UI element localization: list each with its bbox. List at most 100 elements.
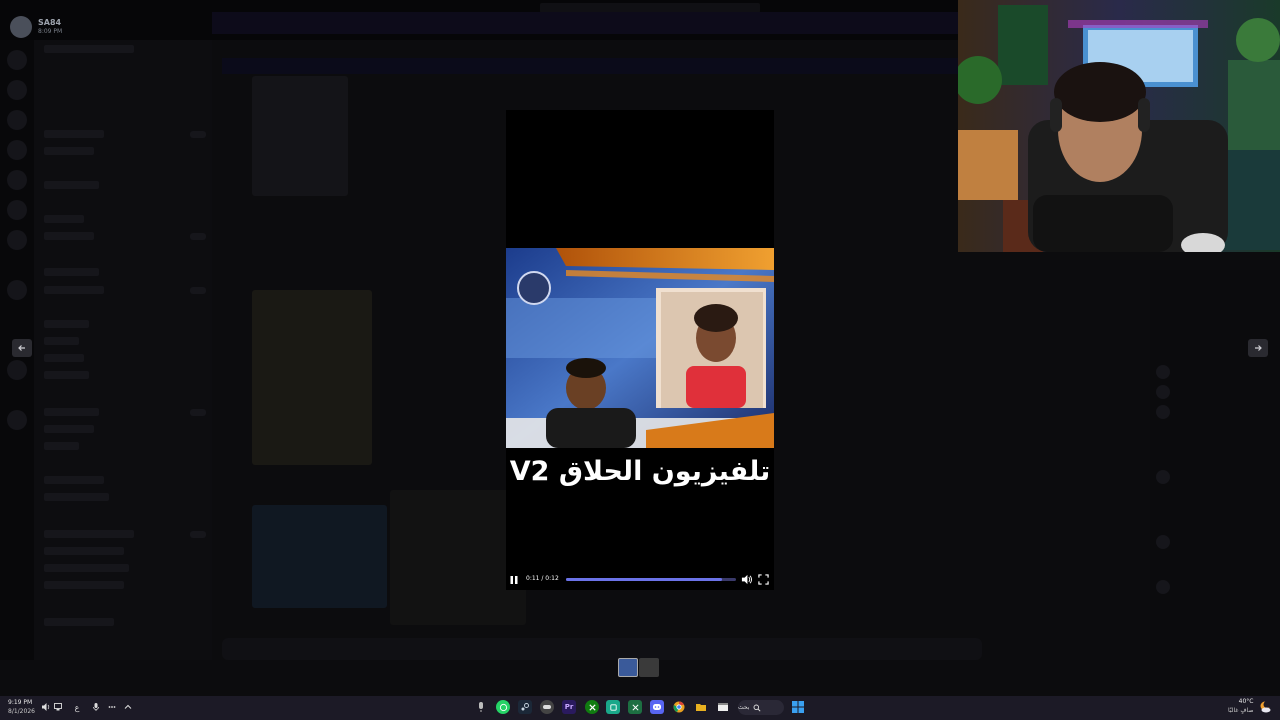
xbox-icon: [588, 703, 596, 711]
server-icon[interactable]: [7, 200, 27, 220]
taskbar-app-xbox[interactable]: [585, 700, 599, 714]
microphone-icon[interactable]: [90, 701, 102, 713]
channel-item[interactable]: [44, 493, 109, 501]
taskbar: 9:19 PM 8/1/2026 ع Pr بحث 40°C صافٍ غالب…: [0, 696, 1280, 720]
server-name: [44, 45, 134, 53]
volume-button[interactable]: [741, 574, 752, 585]
channel-item[interactable]: [44, 547, 124, 555]
pause-icon: [510, 576, 518, 584]
channel-item[interactable]: [44, 215, 84, 223]
video-controls: 0:11 / 0:12: [506, 572, 774, 588]
channel-item[interactable]: [44, 320, 89, 328]
message-image[interactable]: [252, 290, 372, 465]
fullscreen-icon: [758, 574, 769, 585]
weather-widget[interactable]: 40°C صافٍ غالبًا: [1228, 698, 1253, 714]
attachment-thumbnail[interactable]: [618, 658, 638, 677]
server-icon[interactable]: [7, 50, 27, 70]
taskbar-app-excel[interactable]: [628, 700, 642, 714]
channel-item[interactable]: [44, 476, 104, 484]
next-media-button[interactable]: [1248, 339, 1268, 357]
video-progress-bar[interactable]: [566, 578, 736, 581]
taskbar-app-steam[interactable]: [518, 700, 532, 714]
server-icon[interactable]: [7, 140, 27, 160]
more-icon[interactable]: [106, 701, 118, 713]
discord-icon: [653, 704, 661, 710]
webcam-picture: [958, 0, 1280, 252]
taskbar-search[interactable]: بحث: [738, 700, 784, 715]
language-indicator[interactable]: ع: [71, 701, 83, 713]
volume-icon: [741, 574, 752, 585]
message-image[interactable]: [252, 505, 387, 608]
video-caption: تلفيزيون الحلاق V2: [509, 456, 771, 487]
speaker-icon[interactable]: [40, 701, 52, 713]
channel-item[interactable]: [44, 442, 79, 450]
member-avatar[interactable]: [1156, 365, 1170, 379]
taskbar-app-discord[interactable]: [650, 700, 664, 714]
fullscreen-button[interactable]: [758, 574, 769, 585]
channel-item[interactable]: [44, 564, 129, 572]
server-icon[interactable]: [7, 360, 27, 380]
taskbar-app-window[interactable]: [716, 700, 730, 714]
server-icon[interactable]: [7, 280, 27, 300]
message-composer[interactable]: [222, 638, 982, 660]
channel-item[interactable]: [44, 130, 104, 138]
channel-item[interactable]: [44, 354, 84, 362]
taskbar-app-whatsapp[interactable]: [496, 700, 510, 714]
news-studio-picture: [506, 248, 774, 448]
taskbar-app-mic[interactable]: [474, 700, 488, 714]
member-avatar[interactable]: [1156, 405, 1170, 419]
channel-badge: [190, 233, 206, 240]
video-player[interactable]: تلفيزيون الحلاق V2 0:11 / 0:12: [506, 110, 774, 590]
avatar[interactable]: [10, 16, 32, 38]
member-avatar[interactable]: [1156, 535, 1170, 549]
channel-item[interactable]: [44, 147, 94, 155]
server-icon[interactable]: [7, 110, 27, 130]
pause-button[interactable]: [509, 575, 519, 585]
search-label: بحث: [738, 704, 750, 711]
member-avatar[interactable]: [1156, 470, 1170, 484]
channel-item[interactable]: [44, 618, 114, 626]
channel-badge: [190, 131, 206, 138]
member-avatar[interactable]: [1156, 580, 1170, 594]
taskbar-app-premiere[interactable]: Pr: [562, 700, 576, 714]
member-avatar[interactable]: [1156, 385, 1170, 399]
server-icon[interactable]: [7, 410, 27, 430]
chevron-up-icon[interactable]: [122, 701, 134, 713]
server-icon[interactable]: [7, 230, 27, 250]
channel-item[interactable]: [44, 337, 79, 345]
channel-item[interactable]: [44, 181, 99, 189]
video-frame[interactable]: [506, 248, 774, 448]
channel-item[interactable]: [44, 371, 89, 379]
chrome-icon: [673, 701, 685, 713]
server-icon[interactable]: [7, 170, 27, 190]
taskbar-clock[interactable]: 9:19 PM 8/1/2026: [8, 699, 35, 715]
arrow-left-icon: [18, 345, 25, 351]
network-icon[interactable]: [52, 701, 64, 713]
user-timestamp: 8:09 PM: [38, 28, 63, 35]
channel-item[interactable]: [44, 232, 94, 240]
taskbar-app-controller[interactable]: [540, 700, 554, 714]
windows-icon: [792, 701, 804, 713]
whatsapp-icon: [499, 703, 507, 711]
taskbar-app-green[interactable]: [606, 700, 620, 714]
taskbar-app-chrome[interactable]: [672, 700, 686, 714]
channel-item[interactable]: [44, 268, 99, 276]
channel-item[interactable]: [44, 425, 94, 433]
channel-item[interactable]: [44, 581, 124, 589]
clock-time: 9:19 PM: [8, 699, 33, 706]
channel-banner: [222, 58, 962, 74]
server-icon[interactable]: [7, 80, 27, 100]
controller-icon: [543, 705, 551, 709]
weather-temperature: 40°C: [1238, 698, 1254, 705]
window-icon: [718, 703, 728, 711]
start-button[interactable]: [791, 700, 805, 714]
channel-item[interactable]: [44, 408, 99, 416]
channel-item[interactable]: [44, 530, 134, 538]
attachment-thumbnail[interactable]: [639, 658, 659, 677]
message-image[interactable]: [252, 76, 348, 196]
taskbar-app-file-explorer[interactable]: [694, 700, 708, 714]
channel-badge: [190, 287, 206, 294]
previous-media-button[interactable]: [12, 339, 32, 357]
channel-item[interactable]: [44, 286, 104, 294]
premiere-icon: Pr: [564, 703, 574, 711]
